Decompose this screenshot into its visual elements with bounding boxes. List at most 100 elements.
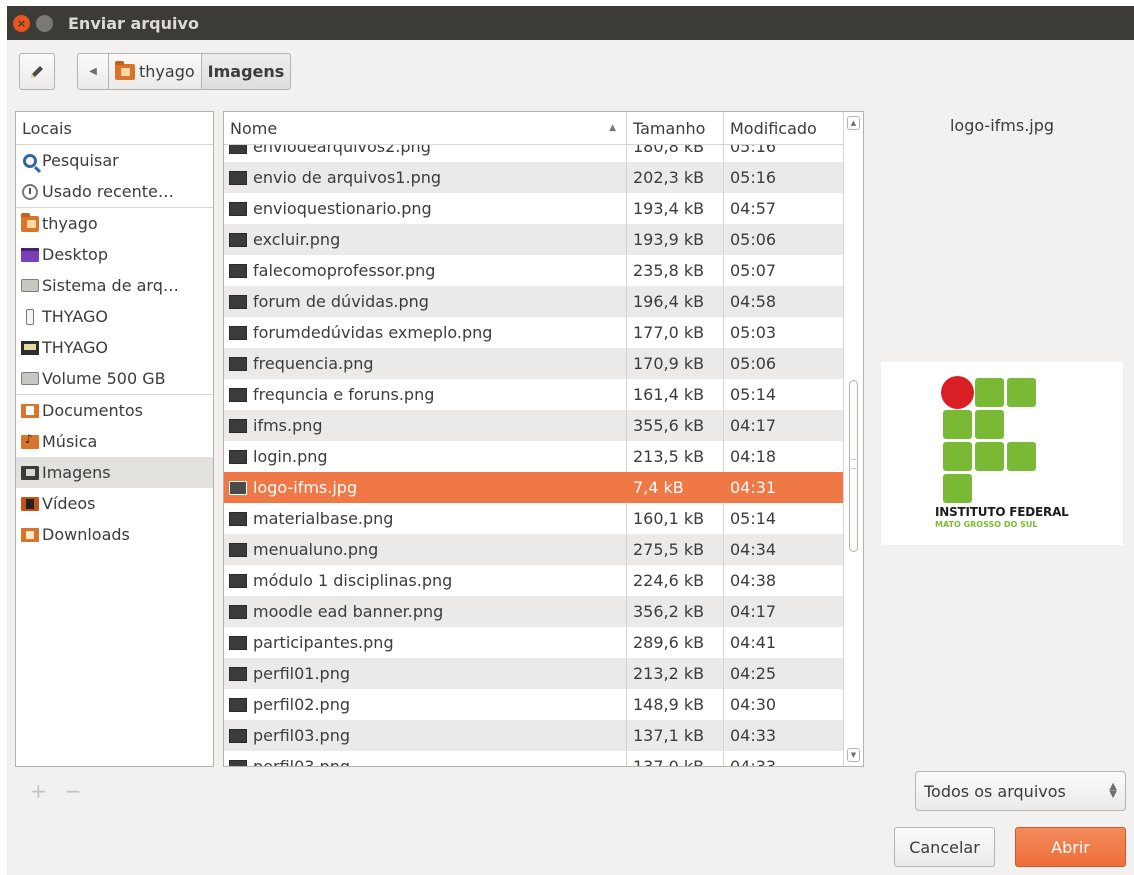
file-name: materialbase.png [253,509,394,528]
type-location-button[interactable] [19,53,55,90]
videos-folder-icon [21,496,39,512]
file-modified: 04:38 [730,571,777,590]
sidebar-item-label: Vídeos [42,494,96,513]
sidebar-items: Pesquisar Usado recente… thyago Desktop Sist… [16,145,213,550]
sidebar-item[interactable]: Imagens [16,457,213,488]
sidebar-item-label: Desktop [42,245,108,264]
scroll-down-arrow-icon[interactable]: ▼ [847,748,860,762]
image-file-icon [229,666,247,681]
places-sidebar: Locais Pesquisar Usado recente… thyago Desk… [15,111,214,767]
column-header-size[interactable]: Tamanho [627,112,724,144]
file-row[interactable]: falecomoprofessor.png 235,8 kB 05:07 [224,255,844,286]
file-name-cell: perfil03.png [224,751,627,766]
image-file-icon [229,635,247,650]
path-crumb-current[interactable]: Imagens [201,53,292,90]
sidebar-item[interactable]: Desktop [16,239,213,270]
file-row[interactable]: frequencia.png 170,9 kB 05:06 [224,348,844,379]
sidebar-item-label: Documentos [42,401,144,420]
file-row[interactable]: login.png 213,5 kB 04:18 [224,441,844,472]
file-name: participantes.png [253,633,394,652]
file-rows: enviodearquivos2.png 180,8 kB 05:16 envio d… [224,131,844,766]
close-window-icon[interactable]: × [13,14,30,32]
logo-green-square [975,378,1004,407]
file-size: 177,0 kB [627,317,724,348]
file-row[interactable]: menualuno.png 275,5 kB 04:34 [224,534,844,565]
file-row[interactable]: perfil01.png 213,2 kB 04:25 [224,658,844,689]
file-type-filter-label: Todos os arquivos [924,781,1066,801]
file-modified: 04:31 [730,478,777,497]
preview-filename: logo-ifms.jpg [949,116,1055,135]
path-crumb-home[interactable]: thyago [109,53,202,90]
column-header-modified[interactable]: Modificado [724,112,838,144]
scrollbar-thumb[interactable] [849,380,858,552]
sidebar-item-label: Imagens [42,463,111,482]
file-row[interactable]: perfil03.png 137,0 kB 04:33 [224,751,844,766]
sidebar-item[interactable]: Downloads [16,519,213,550]
minimize-window-icon[interactable] [36,14,53,32]
file-size: 137,1 kB [627,720,724,751]
sidebar-item[interactable]: Pesquisar [16,145,213,176]
file-name-cell: envioquestionario.png [224,193,627,224]
file-size: 170,9 kB [627,348,724,379]
file-modified: 04:17 [730,416,777,435]
open-button[interactable]: Abrir [1015,827,1126,867]
file-name-cell: logo-ifms.jpg [224,472,627,503]
file-modified: 05:14 [730,509,777,528]
network-drive-icon [21,340,39,356]
file-row[interactable]: módulo 1 disciplinas.png 224,6 kB 04:38 [224,565,844,596]
file-row[interactable]: materialbase.png 160,1 kB 05:14 [224,503,844,534]
scroll-up-arrow-icon[interactable]: ▲ [847,116,860,130]
file-row[interactable]: excluir.png 193,9 kB 05:06 [224,224,844,255]
sidebar-item[interactable]: Documentos [16,395,213,426]
file-type-filter-select[interactable]: Todos os arquivos ▲ ▼ [915,771,1126,811]
file-row[interactable]: logo-ifms.jpg 7,4 kB 04:31 [224,472,844,503]
file-name-cell: falecomoprofessor.png [224,255,627,286]
file-name-cell: ifms.png [224,410,627,441]
file-name-cell: perfil03.png [224,720,627,751]
file-name: perfil03.png [253,726,350,745]
drive-icon [21,278,39,294]
sidebar-item[interactable]: thyago [16,208,213,239]
image-file-icon [229,449,247,464]
file-row[interactable]: forumdedúvidas exmeplo.png 177,0 kB 05:03 [224,317,844,348]
sidebar-item[interactable]: THYAGO [16,332,213,363]
path-left-arrow-button[interactable]: ◀ [77,53,109,90]
file-row[interactable]: perfil02.png 148,9 kB 04:30 [224,689,844,720]
sidebar-item-label: Downloads [42,525,130,544]
logo-green-square [975,442,1004,471]
file-row[interactable]: envioquestionario.png 193,4 kB 04:57 [224,193,844,224]
pencil-icon [31,65,43,78]
file-size: 235,8 kB [627,255,724,286]
file-size: 148,9 kB [627,689,724,720]
file-list-scrollbar[interactable]: ▲ ▼ [843,112,863,766]
file-row[interactable]: participantes.png 289,6 kB 04:41 [224,627,844,658]
file-row[interactable]: moodle ead banner.png 356,2 kB 04:17 [224,596,844,627]
file-row[interactable]: perfil03.png 137,1 kB 04:33 [224,720,844,751]
logo-green-square [1007,442,1036,471]
file-size: 355,6 kB [627,410,724,441]
add-bookmark-button[interactable]: + [30,779,47,803]
remove-bookmark-button[interactable]: − [65,779,82,803]
sidebar-item-label: thyago [42,214,98,233]
image-file-icon [229,480,247,495]
file-name: envioquestionario.png [253,199,432,218]
file-size: 289,6 kB [627,627,724,658]
cancel-button[interactable]: Cancelar [894,827,995,867]
sidebar-item[interactable]: Usado recente… [16,176,213,207]
file-name: moodle ead banner.png [253,602,444,621]
sidebar-item[interactable]: Música [16,426,213,457]
image-file-icon [229,573,247,588]
file-row[interactable]: ifms.png 355,6 kB 04:17 [224,410,844,441]
sidebar-item[interactable]: Vídeos [16,488,213,519]
logo-text-institution: INSTITUTO FEDERAL [935,505,1069,519]
file-name-cell: módulo 1 disciplinas.png [224,565,627,596]
file-row[interactable]: forum de dúvidas.png 196,4 kB 04:58 [224,286,844,317]
sidebar-item[interactable]: THYAGO [16,301,213,332]
column-header-name[interactable]: Nome ▲ [224,112,627,144]
file-name: módulo 1 disciplinas.png [253,571,453,590]
sidebar-item[interactable]: Sistema de arq… [16,270,213,301]
sidebar-item[interactable]: Volume 500 GB [16,363,213,394]
file-row[interactable]: envio de arquivos1.png 202,3 kB 05:16 [224,162,844,193]
file-row[interactable]: frequncia e foruns.png 161,4 kB 05:14 [224,379,844,410]
file-size: 160,1 kB [627,503,724,534]
